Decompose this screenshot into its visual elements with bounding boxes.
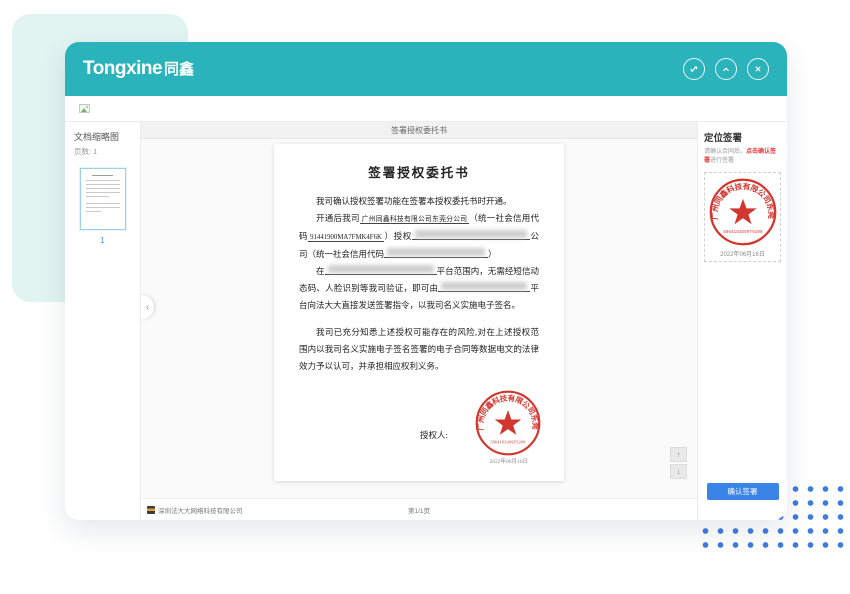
svg-text:5864183009T9288: 5864183009T9288	[490, 439, 525, 444]
confirm-sign-button[interactable]: 确认签署	[707, 483, 779, 500]
signing-dialog: Tongxine 同鑫	[65, 42, 787, 520]
expand-icon	[688, 63, 700, 75]
viewer-canvas: ‹ ↑ ↓ 签署授权委托书 我司确认授权签署功能在签署本授权委托书时开通。 开通…	[141, 139, 697, 498]
desktop-background: Tongxine 同鑫	[0, 0, 850, 594]
footer-company-name: 深圳法大大网络科技有限公司	[158, 505, 243, 515]
sign-position-panel: 定位签署 请确认合同后，点击确认签署进行签署 广州同鑫科技有限公司东莞分公司 5…	[697, 122, 787, 520]
redacted-blank	[438, 282, 530, 292]
viewer-footer: 深圳法大大网络科技有限公司 第1/1页	[141, 498, 697, 520]
signer-block: 授权人: 广州同鑫科技有限公司东莞分公司 5864183009T9288 202…	[420, 389, 546, 475]
sign-panel-hint: 请确认合同后，点击确认签署进行签署	[704, 148, 781, 166]
thumbnail-panel-title: 文档缩略图	[74, 130, 131, 143]
signer-label: 授权人:	[420, 427, 448, 444]
document-paragraph-2: 开通后我司广州同鑫科技有限公司东莞分公司（统一社会信用代码91441900MA7…	[299, 210, 539, 263]
page-up-button[interactable]: ↑	[670, 447, 687, 462]
redacted-blank	[384, 248, 488, 258]
top-strip	[65, 96, 787, 122]
redacted-blank	[325, 265, 437, 275]
viewer-toolbar-title: 签署授权委托书	[141, 122, 697, 139]
company-seal-image: 广州同鑫科技有限公司东莞分公司 5864183009T9288	[474, 389, 542, 457]
close-button[interactable]	[747, 58, 769, 80]
document-paragraph-1: 我司确认授权签署功能在签署本授权委托书时开通。	[299, 193, 539, 210]
redacted-blank	[412, 230, 530, 240]
svg-text:5864183009T9288: 5864183009T9288	[723, 229, 763, 234]
company-seal-preview: 广州同鑫科技有限公司东莞分公司 5864183009T9288	[708, 177, 778, 247]
seal-preview-box[interactable]: 广州同鑫科技有限公司东莞分公司 5864183009T9288 2022年06月…	[704, 172, 781, 262]
logo-text-cn: 同鑫	[164, 58, 194, 79]
chevron-up-icon	[720, 63, 732, 75]
company-name-fill: 广州同鑫科技有限公司东莞分公司	[360, 216, 470, 224]
page-down-button[interactable]: ↓	[670, 464, 687, 479]
broken-image-icon	[79, 104, 90, 113]
window-controls	[683, 58, 769, 80]
credit-code-fill: 91441900MA7FMK4F6K	[308, 234, 384, 242]
footer-page-indicator: 第1/1页	[408, 505, 430, 515]
document-paragraph-3: 在平台范围内，无需经短信动态码、人脸识别等我司验证，即可由平台向法大大直接发送签…	[299, 263, 539, 314]
document-page: 签署授权委托书 我司确认授权签署功能在签署本授权委托书时开通。 开通后我司广州同…	[274, 144, 564, 481]
document-viewer: 签署授权委托书 ‹ ↑ ↓ 签署授权委托书 我司确认授权签署功能在签署本授权委托…	[141, 122, 697, 520]
seal-preview-date: 2022年06月16日	[707, 249, 778, 258]
page-navigation: ↑ ↓	[670, 447, 687, 479]
thumbnail-panel: 文档缩略图 页数: 1 1	[65, 122, 141, 520]
page-thumbnail[interactable]	[80, 168, 126, 230]
document-paragraph-risk: 我司已充分知悉上述授权可能存在的风险,对在上述授权范围内以我司名义实施电子签名签…	[299, 324, 539, 375]
document-title: 签署授权委托书	[299, 166, 539, 181]
thumbnail-page-number: 1	[74, 236, 131, 245]
expand-button[interactable]	[683, 58, 705, 80]
thumbnail-text-line	[92, 175, 112, 176]
logo-text-en: Tongxine	[83, 58, 162, 80]
page-count-label: 页数: 1	[74, 146, 131, 157]
dialog-header: Tongxine 同鑫	[65, 42, 787, 96]
sign-panel-title: 定位签署	[704, 130, 781, 144]
tongxine-logo: Tongxine 同鑫	[83, 58, 194, 80]
sidebar-collapse-handle[interactable]: ‹	[141, 295, 154, 319]
close-icon	[752, 63, 764, 75]
fadada-logo-icon	[147, 506, 155, 514]
seal-date: 2022年06月16日	[489, 454, 528, 471]
main-area: 文档缩略图 页数: 1 1 签署授权委托书	[65, 122, 787, 520]
collapse-up-button[interactable]	[715, 58, 737, 80]
